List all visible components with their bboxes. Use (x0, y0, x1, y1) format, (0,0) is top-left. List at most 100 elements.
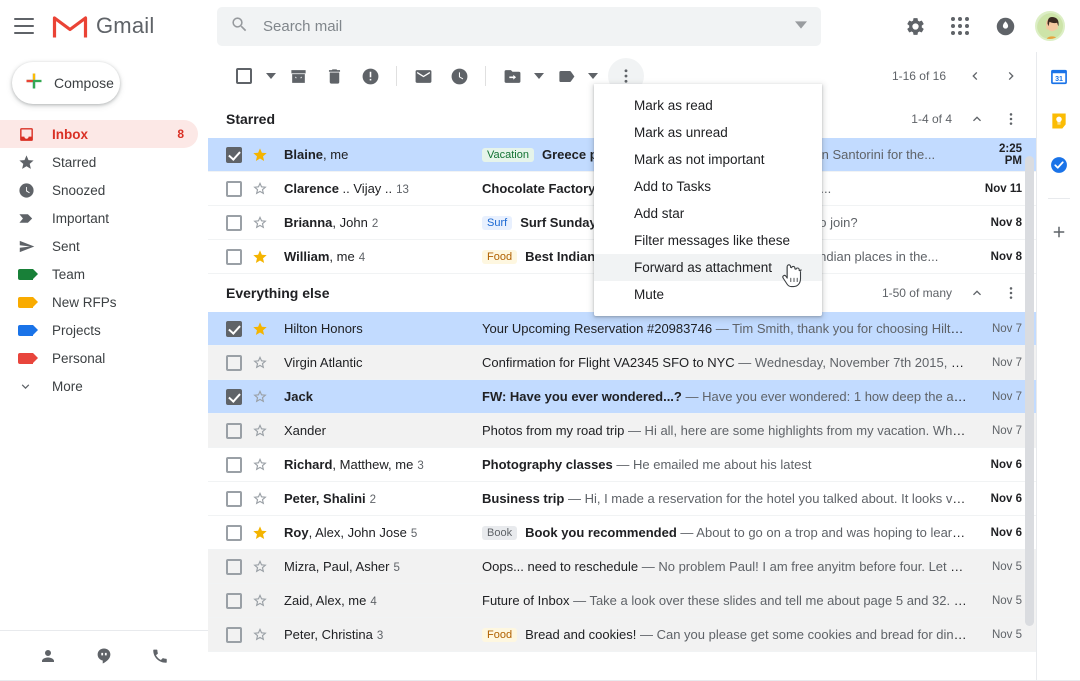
hamburger-menu-icon[interactable] (14, 14, 38, 38)
menu-item-filter-messages-like-these[interactable]: Filter messages like these (594, 227, 822, 254)
scrollbar-thumb[interactable] (1025, 156, 1034, 626)
section-actions: 1-50 of many (882, 276, 1028, 310)
menu-item-mark-as-not-important[interactable]: Mark as not important (594, 146, 822, 173)
chevron-down-icon[interactable] (795, 18, 807, 36)
row-checkbox[interactable] (226, 456, 242, 473)
star-icon (18, 154, 40, 171)
row-checkbox[interactable] (226, 248, 242, 265)
sidebar-item-personal[interactable]: Personal (0, 344, 198, 372)
sidebar-item-important[interactable]: Important (0, 204, 198, 232)
chevron-right-icon[interactable] (994, 59, 1028, 93)
apps-grid-icon[interactable] (940, 6, 980, 46)
menu-item-add-to-tasks[interactable]: Add to Tasks (594, 173, 822, 200)
phone-icon[interactable] (147, 643, 173, 669)
table-row[interactable]: Jack FW: Have you ever wondered...? — Ha… (208, 380, 1036, 414)
row-checkbox[interactable] (226, 320, 242, 337)
row-checkbox[interactable] (226, 490, 242, 507)
labels-icon[interactable] (548, 58, 584, 94)
select-all-chevron-down-icon[interactable] (262, 58, 280, 94)
sidebar-item-more[interactable]: More (0, 372, 198, 400)
star-outline-icon[interactable] (252, 559, 270, 575)
sidebar-item-new-rfps[interactable]: New RFPs (0, 288, 198, 316)
table-row[interactable]: Mizra, Paul, Asher 5 Oops... need to resc… (208, 550, 1036, 584)
row-subject: Book Book you recommended — About to go o… (482, 525, 980, 540)
table-row[interactable]: Xander Photos from my road trip — Hi all… (208, 414, 1036, 448)
row-checkbox[interactable] (226, 146, 242, 163)
menu-item-mute[interactable]: Mute (594, 281, 822, 308)
move-to-chevron-down-icon[interactable] (530, 58, 548, 94)
star-outline-icon[interactable] (252, 355, 270, 371)
star-outline-icon[interactable] (252, 593, 270, 609)
important-icon (18, 210, 40, 227)
google-calendar-icon[interactable]: 31 (1048, 66, 1070, 88)
table-row[interactable]: Roy, Alex, John Jose 5 Book Book you recom… (208, 516, 1036, 550)
table-row[interactable]: Richard, Matthew, me 3 Photography classe… (208, 448, 1036, 482)
google-keep-icon[interactable] (1048, 110, 1070, 132)
search-bar[interactable] (217, 7, 821, 46)
row-checkbox[interactable] (226, 626, 242, 643)
compose-button[interactable]: Compose (12, 62, 120, 104)
top-bar: Gmail (0, 0, 1080, 52)
star-outline-icon[interactable] (252, 215, 270, 231)
sidebar-item-team[interactable]: Team (0, 260, 198, 288)
row-checkbox[interactable] (226, 558, 242, 575)
search-input[interactable] (263, 18, 795, 35)
menu-item-add-star[interactable]: Add star (594, 200, 822, 227)
chevron-up-icon[interactable] (960, 276, 994, 310)
table-row[interactable]: Hilton Honors Your Upcoming Reservation … (208, 312, 1036, 346)
more-vertical-icon[interactable] (994, 276, 1028, 310)
star-outline-icon[interactable] (252, 457, 270, 473)
row-checkbox[interactable] (226, 422, 242, 439)
sidebar-item-projects[interactable]: Projects (0, 316, 198, 344)
sidebar-item-label: Snoozed (52, 182, 106, 198)
star-icon[interactable] (252, 321, 270, 337)
sidebar-item-snoozed[interactable]: Snoozed (0, 176, 198, 204)
row-checkbox[interactable] (226, 388, 242, 405)
row-checkbox[interactable] (226, 524, 242, 541)
report-spam-icon[interactable] (352, 58, 388, 94)
select-all-checkbox[interactable] (226, 58, 262, 94)
star-outline-icon[interactable] (252, 181, 270, 197)
sidebar-item-label: Inbox (52, 126, 88, 142)
archive-icon[interactable] (280, 58, 316, 94)
star-icon[interactable] (252, 249, 270, 265)
contacts-icon[interactable] (35, 643, 61, 669)
menu-item-mark-as-unread[interactable]: Mark as unread (594, 119, 822, 146)
trash-icon[interactable] (316, 58, 352, 94)
sidebar-item-inbox[interactable]: Inbox 8 (0, 120, 198, 148)
section-pagination: 1-4 of 4 (911, 112, 952, 126)
row-checkbox[interactable] (226, 214, 242, 231)
sidebar-item-starred[interactable]: Starred (0, 148, 198, 176)
menu-item-forward-as-attachment[interactable]: Forward as attachment (594, 254, 822, 281)
move-to-folder-icon[interactable] (494, 58, 530, 94)
star-icon[interactable] (252, 147, 270, 163)
row-checkbox[interactable] (226, 354, 242, 371)
snooze-clock-icon[interactable] (441, 58, 477, 94)
star-outline-icon[interactable] (252, 627, 270, 643)
bell-icon[interactable] (985, 6, 1025, 46)
star-outline-icon[interactable] (252, 423, 270, 439)
row-checkbox[interactable] (226, 180, 242, 197)
sidebar-item-sent[interactable]: Sent (0, 232, 198, 260)
mark-unread-envelope-icon[interactable] (405, 58, 441, 94)
hangouts-icon[interactable] (91, 643, 117, 669)
list-scrollbar[interactable] (1025, 156, 1034, 681)
chevron-up-icon[interactable] (960, 102, 994, 136)
star-outline-icon[interactable] (252, 491, 270, 507)
table-row[interactable]: Peter, Shalini 2 Business trip — Hi, I ma… (208, 482, 1036, 516)
table-row[interactable]: Zaid, Alex, me 4 Future of Inbox — Take a… (208, 584, 1036, 618)
google-tasks-icon[interactable] (1048, 154, 1070, 176)
chevron-left-icon[interactable] (958, 59, 992, 93)
table-row[interactable]: Virgin Atlantic Confirmation for Flight … (208, 346, 1036, 380)
avatar[interactable] (1030, 6, 1070, 46)
menu-item-mark-as-read[interactable]: Mark as read (594, 92, 822, 119)
row-subject: Future of Inbox — Take a look over these… (482, 593, 980, 608)
table-row[interactable]: Peter, Christina 3 Food Bread and cookies!… (208, 618, 1036, 652)
star-outline-icon[interactable] (252, 389, 270, 405)
star-icon[interactable] (252, 525, 270, 541)
row-checkbox[interactable] (226, 592, 242, 609)
gear-icon[interactable] (895, 6, 935, 46)
gmail-brand[interactable]: Gmail (52, 13, 154, 39)
more-vertical-icon[interactable] (994, 102, 1028, 136)
plus-icon[interactable] (1048, 221, 1070, 243)
